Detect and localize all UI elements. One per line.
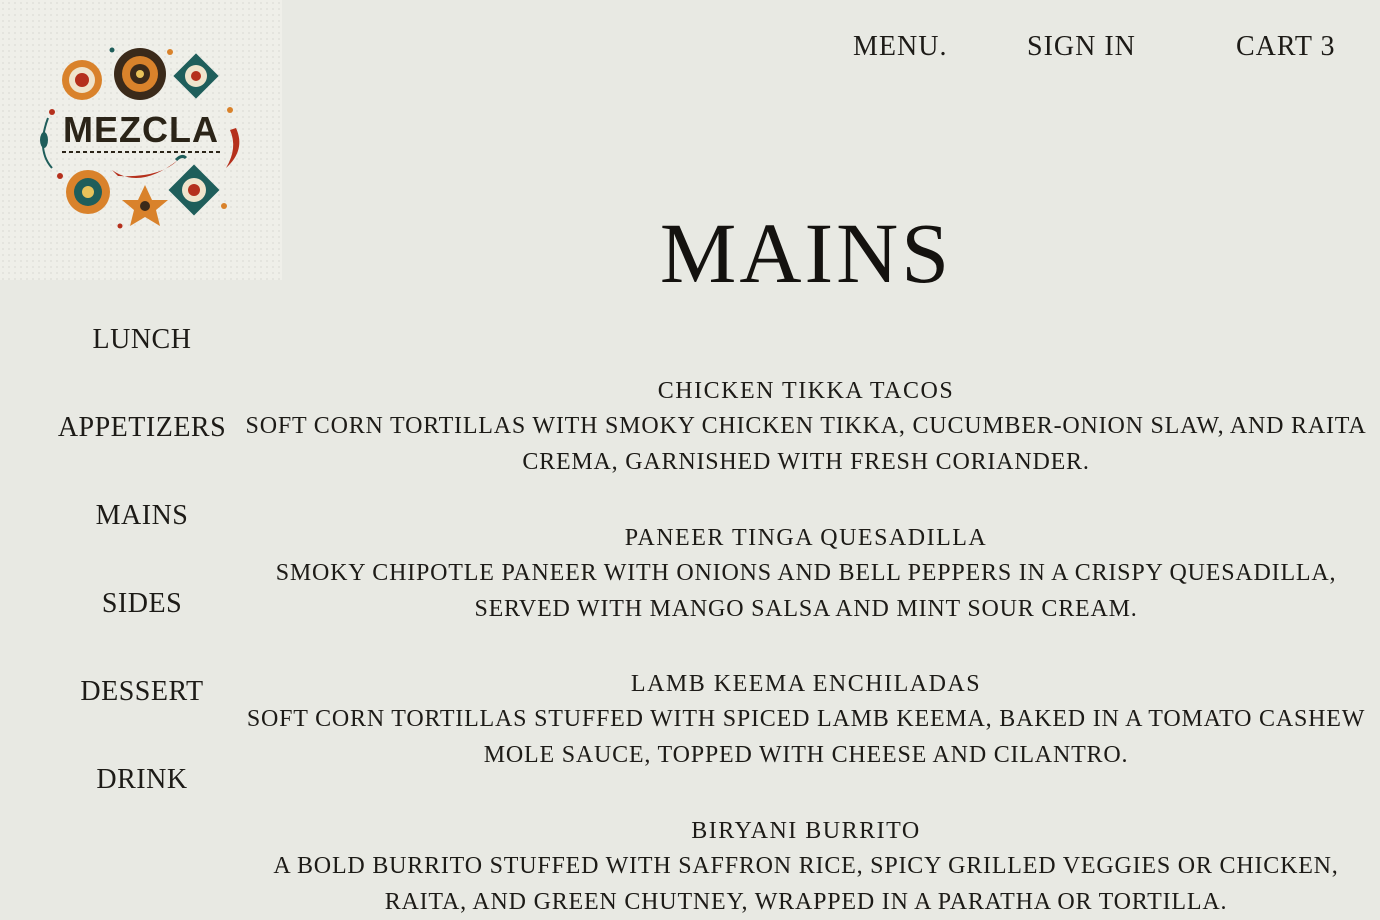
chili-pepper-icon — [112, 154, 188, 178]
sidebar-item-drink[interactable]: DRINK — [50, 760, 234, 800]
mandala-icon — [168, 164, 220, 216]
menu-page: MEZCLA MENU. SIGN IN CART 3 MAINS LUNCH … — [0, 0, 1380, 920]
nav-menu-link[interactable]: MENU. — [853, 30, 947, 64]
menu-item-description: A BOLD BURRITO STUFFED WITH SAFFRON RICE… — [273, 853, 1339, 915]
sidebar-item-mains[interactable]: MAINS — [50, 496, 234, 536]
nav-sign-in-link[interactable]: SIGN IN — [1027, 30, 1136, 64]
sidebar-item-appetizers[interactable]: APPETIZERS — [50, 408, 234, 448]
menu-item-description: SOFT CORN TORTILLAS WITH SMOKY CHICKEN T… — [245, 413, 1367, 475]
nav-cart-link[interactable]: CART 3 — [1236, 30, 1336, 64]
mandala-icon — [122, 185, 168, 226]
logo-wordmark: MEZCLA — [63, 109, 219, 150]
menu-item-description: SOFT CORN TORTILLAS STUFFED WITH SPICED … — [246, 706, 1366, 768]
mandala-icon — [173, 53, 219, 99]
sidebar-item-dessert[interactable]: DESSERT — [50, 672, 234, 712]
menu-item-name: CHICKEN TIKKA TACOS — [657, 378, 955, 404]
menu-item[interactable]: BIRYANI BURRITO A BOLD BURRITO STUFFED W… — [236, 814, 1376, 920]
menu-item-name: BIRYANI BURRITO — [691, 818, 921, 844]
sidebar-item-sides[interactable]: SIDES — [50, 584, 234, 624]
menu-item[interactable]: PANEER TINGA QUESADILLA SMOKY CHIPOTLE P… — [236, 521, 1376, 627]
menu-item-description: SMOKY CHIPOTLE PANEER WITH ONIONS AND BE… — [275, 560, 1337, 622]
page-title: MAINS — [659, 205, 953, 301]
mandala-icon — [62, 60, 102, 100]
mandala-icon — [66, 170, 110, 214]
menu-item-name: PANEER TINGA QUESADILLA — [624, 525, 988, 551]
mandala-icon — [114, 48, 166, 100]
menu-item[interactable]: CHICKEN TIKKA TACOS SOFT CORN TORTILLAS … — [236, 374, 1376, 480]
menu-item[interactable]: LAMB KEEMA ENCHILADAS SOFT CORN TORTILLA… — [236, 667, 1376, 773]
sidebar-item-lunch[interactable]: LUNCH — [50, 320, 234, 360]
menu-item-name: LAMB KEEMA ENCHILADAS — [630, 671, 982, 697]
mezcla-logo[interactable]: MEZCLA — [0, 0, 282, 280]
